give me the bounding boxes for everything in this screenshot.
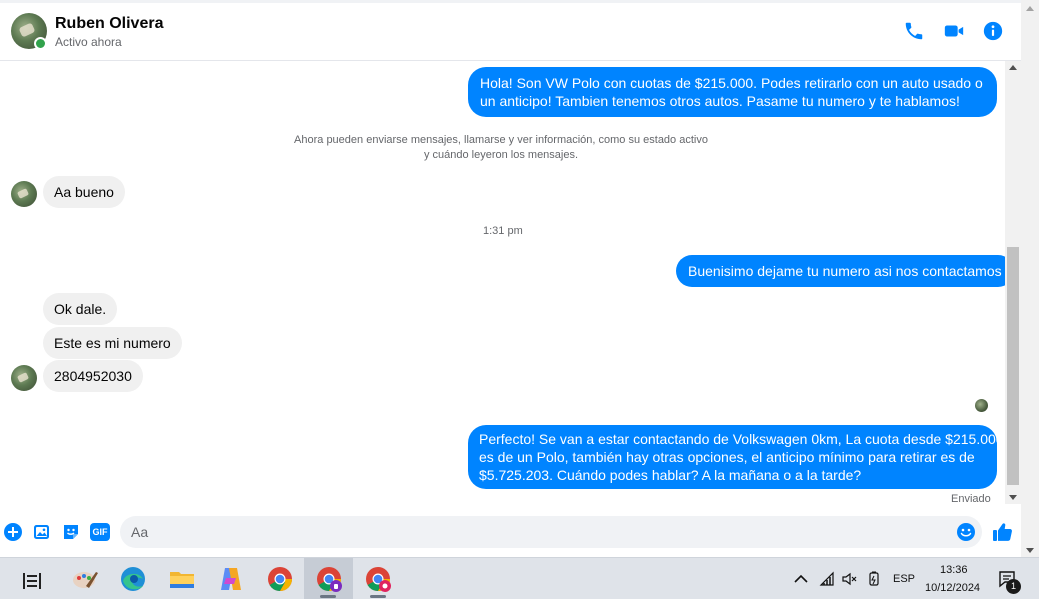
clock-time[interactable]: 13:36 xyxy=(940,564,968,576)
message-scrollbar[interactable] xyxy=(1005,61,1021,504)
seen-indicator-avatar xyxy=(975,399,988,412)
image-icon[interactable] xyxy=(32,522,52,542)
chat-header: Ruben Olivera Activo ahora xyxy=(0,0,1021,61)
clock-date[interactable]: 10/12/2024 xyxy=(925,582,980,594)
incoming-message[interactable]: 2804952030 xyxy=(43,360,143,392)
message-line: $5.725.203. Cuándo podes hablar? A la ma… xyxy=(479,467,862,483)
outgoing-message[interactable]: Perfecto! Se van a estar contactando de … xyxy=(468,425,1008,489)
phone-icon[interactable] xyxy=(903,20,925,42)
notification-count-badge: 1 xyxy=(1006,579,1021,594)
message-timestamp: 1:31 pm xyxy=(483,225,523,237)
file-explorer-icon[interactable] xyxy=(167,564,197,594)
messenger-window: Ruben Olivera Activo ahora Hola! Son VW … xyxy=(0,0,1039,599)
chrome-profile-2-icon[interactable] xyxy=(363,564,393,594)
thumbs-up-icon[interactable] xyxy=(991,521,1013,543)
copilot-icon[interactable] xyxy=(216,564,246,594)
online-status-dot xyxy=(34,37,47,50)
contact-avatar-small[interactable] xyxy=(11,181,37,207)
message-line: es de un Polo, también hay otras opcione… xyxy=(479,449,975,465)
chrome-profile-icon[interactable] xyxy=(314,564,344,594)
plus-icon[interactable] xyxy=(3,522,23,542)
header-top-strip xyxy=(0,0,1021,3)
system-note-line: Ahora pueden enviarse mensajes, llamarse… xyxy=(294,134,708,146)
message-composer: GIF xyxy=(0,510,1021,555)
emoji-icon[interactable] xyxy=(956,522,976,542)
system-note-line: y cuándo leyeron los mensajes. xyxy=(423,149,579,161)
contact-avatar-small[interactable] xyxy=(11,365,37,391)
edge-icon[interactable] xyxy=(118,564,148,594)
contact-active-status: Activo ahora xyxy=(55,35,122,49)
incoming-message[interactable]: Este es mi numero xyxy=(43,327,182,359)
wifi-icon[interactable] xyxy=(819,571,835,587)
message-line: Perfecto! Se van a estar contactando de … xyxy=(479,431,1008,447)
task-view-icon[interactable] xyxy=(20,569,44,593)
system-note: Ahora pueden enviarse mensajes, llamarse… xyxy=(260,133,742,163)
gif-icon[interactable]: GIF xyxy=(90,523,110,541)
incoming-message[interactable]: Ok dale. xyxy=(43,293,118,325)
running-app-indicator xyxy=(320,595,336,598)
contact-name[interactable]: Ruben Olivera xyxy=(55,15,163,33)
sent-status: Enviado xyxy=(951,493,991,505)
chevron-up-icon[interactable] xyxy=(794,573,808,585)
page-scroll-up-icon[interactable] xyxy=(1026,6,1034,11)
message-input[interactable] xyxy=(120,516,982,548)
incoming-message[interactable]: Aa bueno xyxy=(43,176,125,208)
page-scrollbar[interactable] xyxy=(1021,0,1039,557)
volume-muted-icon[interactable] xyxy=(841,571,857,587)
page-scroll-down-icon[interactable] xyxy=(1026,548,1034,553)
paint-icon[interactable] xyxy=(70,564,100,594)
video-camera-icon[interactable] xyxy=(943,20,965,42)
sticker-icon[interactable] xyxy=(61,522,81,542)
scroll-thumb[interactable] xyxy=(1007,247,1019,485)
scroll-up-arrow-icon[interactable] xyxy=(1009,65,1017,70)
chrome-icon[interactable] xyxy=(265,564,295,594)
language-indicator[interactable]: ESP xyxy=(893,573,915,585)
scroll-down-arrow-icon[interactable] xyxy=(1009,495,1017,500)
outgoing-message[interactable]: Hola! Son VW Polo con cuotas de $215.000… xyxy=(468,67,997,117)
battery-icon[interactable] xyxy=(866,571,882,587)
windows-taskbar: ESP 13:36 10/12/2024 1 xyxy=(0,557,1039,599)
info-icon[interactable] xyxy=(982,20,1004,42)
outgoing-message[interactable]: Buenisimo dejame tu numero asi nos conta… xyxy=(676,255,1014,287)
running-app-indicator xyxy=(370,595,386,598)
